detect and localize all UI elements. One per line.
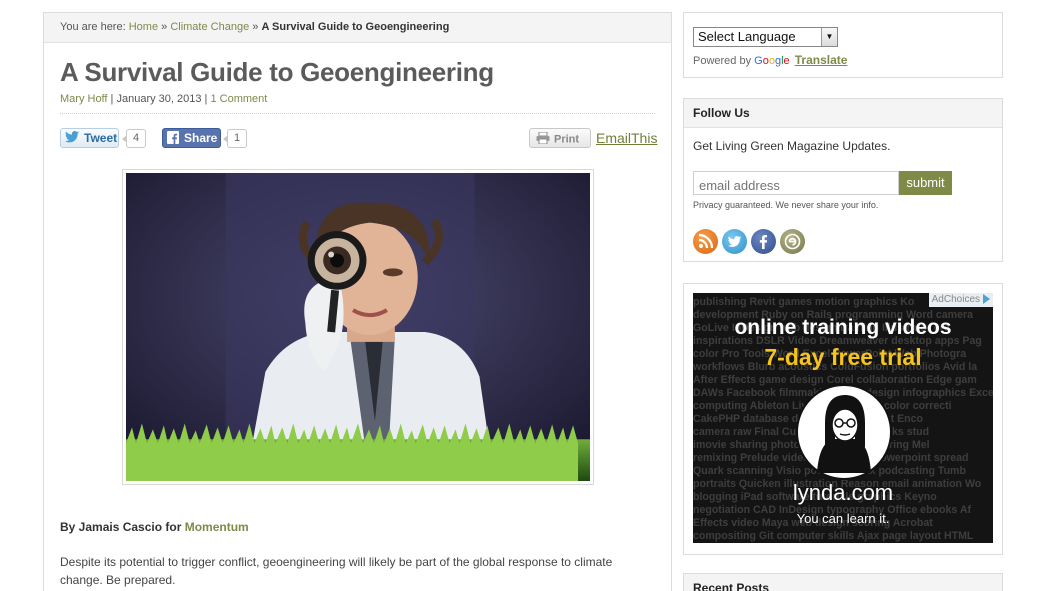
byline-prefix: By Jamais Cascio for bbox=[60, 520, 182, 534]
follow-us-widget: Follow Us Get Living Green Magazine Upda… bbox=[683, 98, 1003, 262]
adchoices-badge[interactable]: AdChoices bbox=[928, 293, 993, 307]
breadcrumb-prefix: You are here: bbox=[60, 21, 126, 33]
advertisement-widget: publishing Revit games motion graphics K… bbox=[683, 283, 1003, 555]
tweet-button[interactable]: Tweet bbox=[60, 128, 119, 148]
post-meta: Mary Hoff | January 30, 2013 | 1 Comment bbox=[60, 93, 267, 105]
language-select-value: Select Language bbox=[698, 29, 796, 44]
article-column: You are here: Home » Climate Change » A … bbox=[43, 12, 672, 591]
submit-button[interactable]: submit bbox=[899, 171, 952, 195]
recent-posts-heading: Recent Posts bbox=[684, 574, 1002, 591]
adchoices-icon bbox=[983, 294, 990, 305]
dropdown-arrow-icon: ▼ bbox=[821, 28, 837, 46]
ad-headline: online training videos bbox=[734, 316, 952, 339]
breadcrumb-category-link[interactable]: Climate Change bbox=[170, 21, 249, 33]
article-image bbox=[122, 169, 594, 485]
share-count: 1 bbox=[223, 129, 247, 148]
powered-by-google: Powered by Google Translate bbox=[693, 53, 847, 67]
translate-widget: Select Language ▼ Powered by Google Tran… bbox=[683, 12, 1003, 78]
meta-separator: | bbox=[204, 93, 208, 105]
privacy-note: Privacy guaranteed. We never share your … bbox=[693, 200, 879, 210]
newsletter-description: Get Living Green Magazine Updates. bbox=[693, 139, 891, 153]
twitter-icon[interactable] bbox=[722, 229, 747, 254]
printer-icon bbox=[536, 131, 550, 147]
article-paragraph: Despite its potential to trigger conflic… bbox=[60, 555, 613, 587]
twitter-bird-icon bbox=[65, 131, 79, 146]
powered-by-label: Powered by bbox=[693, 55, 752, 67]
facebook-icon[interactable] bbox=[751, 229, 776, 254]
print-label: Print bbox=[554, 133, 580, 146]
google-logo: Google bbox=[754, 55, 790, 67]
meta-separator: | bbox=[110, 93, 114, 105]
breadcrumb-current: A Survival Guide to Geoengineering bbox=[261, 21, 450, 33]
breadcrumb-separator: » bbox=[252, 21, 259, 33]
facebook-share-button[interactable]: Share bbox=[162, 128, 221, 148]
meta-divider bbox=[60, 113, 655, 114]
byline: By Jamais Cascio for Momentum bbox=[60, 520, 249, 534]
email-this-link[interactable]: EmailThis bbox=[596, 130, 657, 146]
follow-us-heading: Follow Us bbox=[684, 99, 1002, 128]
tweet-count: 4 bbox=[122, 129, 146, 148]
language-select[interactable]: Select Language ▼ bbox=[693, 27, 838, 47]
page-title: A Survival Guide to Geoengineering bbox=[60, 57, 494, 87]
ad-brand: lynda.com bbox=[792, 480, 894, 505]
email-input[interactable] bbox=[693, 171, 899, 195]
post-date: January 30, 2013 bbox=[116, 93, 202, 105]
source-link[interactable]: Momentum bbox=[185, 520, 249, 534]
share-label: Share bbox=[184, 131, 218, 146]
recent-posts-widget: Recent Posts bbox=[683, 573, 1003, 591]
share-bar: Tweet 4 Share 1 Print EmailThis bbox=[60, 128, 657, 152]
tweet-label: Tweet bbox=[84, 131, 118, 145]
lynda-logo-icon bbox=[796, 384, 892, 480]
breadcrumb-separator: » bbox=[161, 21, 168, 33]
comments-link[interactable]: 1 Comment bbox=[210, 93, 267, 105]
breadcrumb: You are here: Home » Climate Change » A … bbox=[44, 13, 671, 43]
print-button[interactable]: Print bbox=[529, 128, 591, 148]
breadcrumb-home-link[interactable]: Home bbox=[129, 21, 158, 33]
ezine-icon[interactable] bbox=[780, 229, 805, 254]
ad-tagline: You can learn it. bbox=[796, 511, 890, 526]
author-link[interactable]: Mary Hoff bbox=[60, 93, 107, 105]
ad-offer: 7-day free trial bbox=[764, 344, 922, 370]
adchoices-label: AdChoices bbox=[931, 294, 980, 305]
scientist-with-magnifying-glass-photo bbox=[126, 173, 590, 481]
rss-icon[interactable] bbox=[693, 229, 718, 254]
facebook-f-icon bbox=[167, 131, 179, 147]
lynda-ad-banner[interactable]: publishing Revit games motion graphics K… bbox=[693, 293, 993, 543]
translate-link[interactable]: Translate bbox=[795, 53, 848, 67]
